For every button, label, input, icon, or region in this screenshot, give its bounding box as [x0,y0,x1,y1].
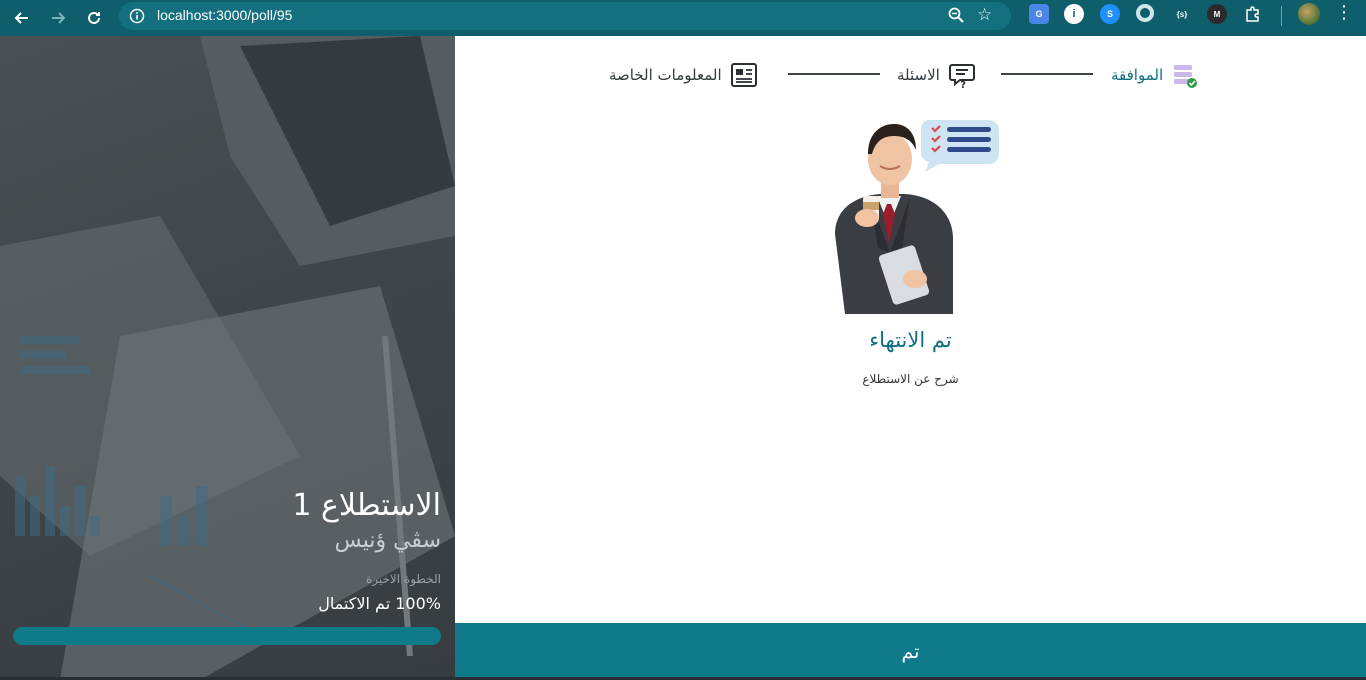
stepper-connector [1001,73,1093,75]
zoom-icon[interactable] [947,6,967,26]
chat-question-icon: ? [948,64,975,89]
info-extension-icon[interactable]: i [1064,4,1084,24]
ring-extension-icon[interactable] [1136,4,1154,22]
poll-title: الاستطلاع 1 [292,488,441,523]
browser-menu-icon[interactable]: ⋮ [1335,3,1353,25]
finish-button-label: تم [901,640,920,663]
step-private-info[interactable]: المعلومات الخاصة [609,61,758,89]
back-arrow-icon[interactable] [10,6,34,30]
toolbar-divider [1281,6,1282,26]
step-questions[interactable]: ? الاسئلة [897,61,976,89]
progress-text: 100% تم الاكتمال [318,594,441,613]
progress-bar [13,627,441,645]
sx-extension-icon[interactable]: {s} [1172,4,1192,24]
progress-bar-fill [13,627,441,645]
step-agreement[interactable]: الموافقة [1111,61,1199,89]
poll-owner-name: سڤي ؤنيس [334,528,441,553]
step-label-agreement: الموافقة [1111,66,1164,84]
m-extension-icon[interactable]: M [1207,4,1227,24]
database-check-icon [1174,65,1198,88]
translate-extension-icon[interactable]: G [1029,4,1049,24]
finish-button[interactable]: تم [455,623,1366,680]
poll-side-panel: الاستطلاع 1 سڤي ؤنيس الخطوة الاخيرة 100%… [0,36,455,680]
shazam-extension-icon[interactable]: S [1100,4,1120,24]
reload-icon[interactable] [82,6,106,30]
newspaper-icon [730,63,757,87]
current-step-label: الخطوة الاخيرة [365,572,441,586]
profile-avatar[interactable] [1298,3,1320,25]
completion-title: تم الانتهاء [869,328,952,352]
forward-arrow-icon[interactable] [46,6,70,30]
stepper-connector [788,73,880,75]
progress-stepper: الموافقة ? الاسئلة المعلومات الخاصة [455,56,1366,96]
businessman-illustration [835,120,999,314]
site-info-icon[interactable] [127,6,147,26]
checklist-bubble-icon [920,120,999,172]
url-text[interactable]: localhost:3000/poll/95 [157,7,292,23]
address-bar[interactable]: localhost:3000/poll/95 ☆ [119,2,1011,30]
extensions-puzzle-icon[interactable] [1243,4,1263,24]
completion-description: شرح عن الاستطلاع [862,372,959,386]
step-label-questions: الاسئلة [897,66,940,84]
bookmark-star-icon[interactable]: ☆ [977,5,997,25]
browser-toolbar: localhost:3000/poll/95 ☆ G i S {s} M ⋮ [0,0,1366,36]
main-content: الموافقة ? الاسئلة المعلومات الخاصة تم ا… [455,36,1366,623]
step-label-private-info: المعلومات الخاصة [609,66,722,84]
svg-text:?: ? [960,80,966,89]
